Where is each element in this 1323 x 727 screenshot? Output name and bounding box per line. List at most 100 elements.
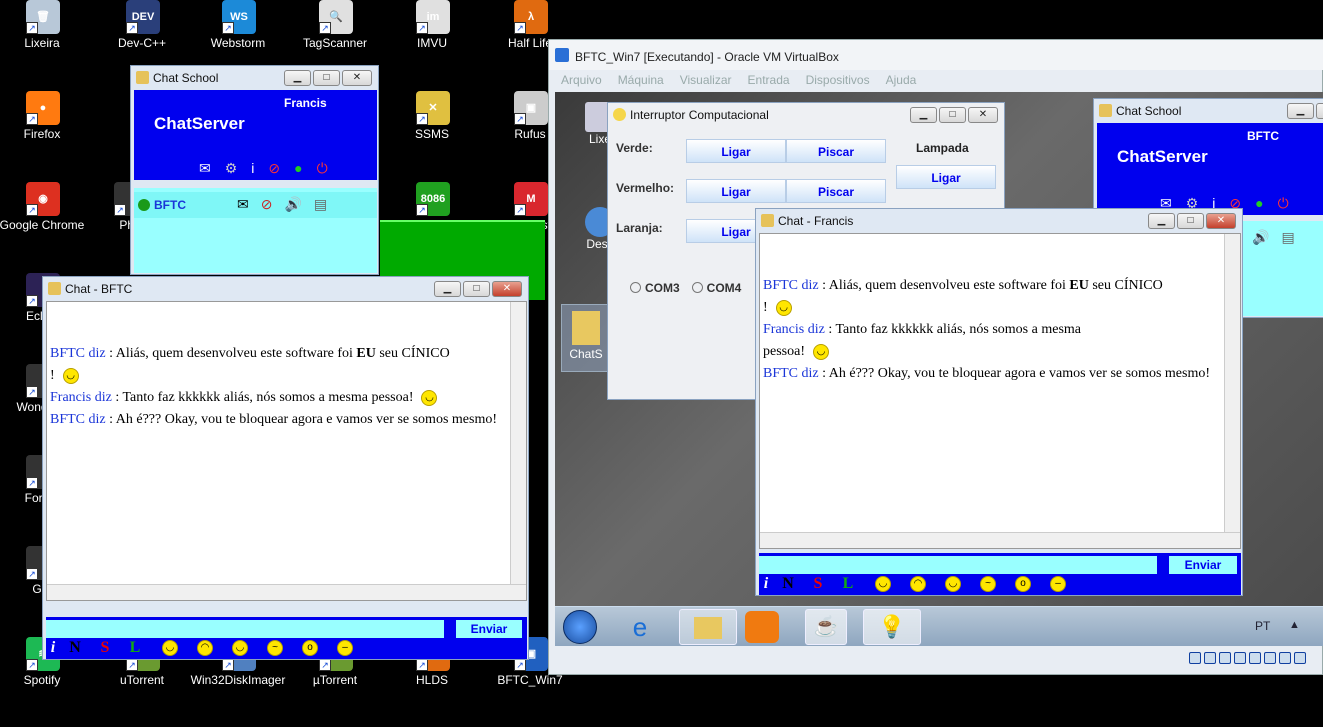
file-icon[interactable]: ▤ <box>314 196 327 213</box>
explorer-taskbar-button[interactable] <box>679 609 737 645</box>
minimize-button[interactable]: ▁ <box>284 70 311 86</box>
minimize-button[interactable]: ▁ <box>1287 103 1314 119</box>
maximize-button[interactable]: □ <box>1316 103 1323 119</box>
sound-icon[interactable]: 🔊 <box>284 196 301 213</box>
power-icon[interactable]: ⏻ <box>317 160 328 177</box>
menu-dispositivos[interactable]: Dispositivos <box>806 73 870 87</box>
neutral-emoji-icon[interactable]: ~ <box>267 640 283 656</box>
sound-icon[interactable]: 🔊 <box>1252 229 1269 246</box>
tongue-emoji-icon[interactable]: ◡ <box>945 576 961 592</box>
gear-icon[interactable]: ⚙ <box>225 160 238 177</box>
close-button[interactable]: ✕ <box>492 281 522 297</box>
recording-icon[interactable] <box>1279 652 1291 664</box>
power-icon[interactable]: ⏻ <box>1278 195 1289 212</box>
sad-emoji-icon[interactable]: ◠ <box>910 576 926 592</box>
italic-button[interactable]: i <box>46 639 60 657</box>
close-button[interactable]: ✕ <box>968 107 998 123</box>
mail-icon[interactable]: ✉ <box>199 160 211 177</box>
maximize-button[interactable]: □ <box>463 281 490 297</box>
sad-emoji-icon[interactable]: ◠ <box>197 640 213 656</box>
chat-francis-window[interactable]: Chat - Francis ▁ □ ✕ BFTC diz : Aliás, que… <box>755 208 1243 596</box>
maximize-button[interactable]: □ <box>939 107 966 123</box>
desktop-icon[interactable]: ✕ ↗ SSMS <box>390 91 474 181</box>
virtualbox-window[interactable]: BFTC_Win7 [Executando] - Oracle VM Virtu… <box>548 39 1323 675</box>
block-icon[interactable]: ⊘ <box>268 160 280 177</box>
underline-button[interactable]: L <box>833 575 863 593</box>
maximize-button[interactable]: □ <box>313 70 340 86</box>
display-icon[interactable] <box>1264 652 1276 664</box>
menu-ajuda[interactable]: Ajuda <box>886 73 917 87</box>
bold-button[interactable]: N <box>773 575 803 593</box>
file-icon[interactable]: ▤ <box>1281 229 1294 246</box>
meh-emoji-icon[interactable]: – <box>1050 576 1066 592</box>
vertical-scrollbar[interactable] <box>510 302 526 586</box>
vm-screen[interactable]: Lixe Desk ChatS Interruptor Computaciona… <box>555 92 1323 646</box>
minimize-button[interactable]: ▁ <box>910 107 937 123</box>
maximize-button[interactable]: □ <box>1177 213 1204 229</box>
bold-button[interactable]: N <box>60 639 90 657</box>
info-icon[interactable]: i <box>251 160 254 177</box>
italic-button[interactable]: i <box>759 575 773 593</box>
lightbulb-taskbar-button[interactable]: 💡 <box>863 609 921 645</box>
language-indicator[interactable]: PT <box>1255 619 1270 633</box>
message-area[interactable]: BFTC diz : Aliás, quem desenvolveu este … <box>759 233 1241 549</box>
com4-radio[interactable]: COM4 <box>691 281 741 295</box>
horizontal-scrollbar[interactable] <box>760 532 1240 548</box>
verde-ligar-button[interactable]: Ligar <box>686 139 786 163</box>
menu-arquivo[interactable]: Arquivo <box>561 73 602 87</box>
message-area[interactable]: BFTC diz : Aliás, quem desenvolveu este … <box>46 301 527 601</box>
message-input[interactable] <box>759 556 1157 574</box>
close-button[interactable]: ✕ <box>342 70 372 86</box>
send-button[interactable]: Enviar <box>456 620 522 638</box>
cd-icon[interactable] <box>1204 652 1216 664</box>
horizontal-scrollbar[interactable] <box>47 584 526 600</box>
strike-button[interactable]: S <box>803 575 833 593</box>
send-button[interactable]: Enviar <box>1169 556 1237 574</box>
cpu-icon[interactable] <box>1294 652 1306 664</box>
desktop-icon[interactable]: 🗑 ↗ Lixeira <box>0 0 84 90</box>
surprised-emoji-icon[interactable]: o <box>302 640 318 656</box>
strike-button[interactable]: S <box>90 639 120 657</box>
verde-piscar-button[interactable]: Piscar <box>786 139 886 163</box>
surprised-emoji-icon[interactable]: o <box>1015 576 1031 592</box>
message-input[interactable] <box>46 620 444 638</box>
menu-maquina[interactable]: Máquina <box>618 73 664 87</box>
start-button[interactable] <box>563 610 597 644</box>
vermelho-piscar-button[interactable]: Piscar <box>786 179 886 203</box>
menu-visualizar[interactable]: Visualizar <box>680 73 732 87</box>
java-taskbar-button[interactable]: ☕ <box>805 609 847 645</box>
com3-radio[interactable]: COM3 <box>630 281 680 295</box>
minimize-button[interactable]: ▁ <box>434 281 461 297</box>
block-icon[interactable]: ⊘ <box>261 196 273 213</box>
close-button[interactable]: ✕ <box>1206 213 1236 229</box>
tongue-emoji-icon[interactable]: ◡ <box>232 640 248 656</box>
contact-row[interactable]: BFTC ✉ ⊘ 🔊 ▤ <box>134 192 377 218</box>
chat-bftc-window[interactable]: Chat - BFTC ▁ □ ✕ BFTC diz : Aliás, quem d… <box>42 276 529 660</box>
ie-taskbar-button[interactable]: e <box>623 612 657 642</box>
underline-button[interactable]: L <box>120 639 150 657</box>
status-online-icon[interactable]: ● <box>1255 195 1263 212</box>
network-icon[interactable] <box>1234 652 1246 664</box>
minimize-button[interactable]: ▁ <box>1148 213 1175 229</box>
mail-icon[interactable]: ✉ <box>237 196 249 213</box>
vermelho-ligar-button[interactable]: Ligar <box>686 179 786 203</box>
desktop-icon[interactable]: im ↗ IMVU <box>390 0 474 90</box>
desktop-icon[interactable]: ● ↗ Firefox <box>0 91 84 181</box>
vertical-scrollbar[interactable] <box>1224 234 1240 534</box>
chat-school-window[interactable]: Chat School ▁ □ ✕ Francis ChatServer ✉ ⚙ i ⊘ ●… <box>130 65 379 275</box>
desktop-icon[interactable]: ◉ ↗ Google Chrome <box>0 182 84 272</box>
usb-icon[interactable] <box>1219 652 1231 664</box>
tray-expand-icon[interactable]: ▲ <box>1289 619 1300 631</box>
hdd-icon[interactable] <box>1189 652 1201 664</box>
neutral-emoji-icon[interactable]: ~ <box>980 576 996 592</box>
lampada-ligar-button[interactable]: Ligar <box>896 165 996 189</box>
shared-folders-icon[interactable] <box>1249 652 1261 664</box>
vm-desktop-icon-chats[interactable]: ChatS <box>561 304 611 372</box>
menu-entrada[interactable]: Entrada <box>748 73 790 87</box>
smile-emoji-icon[interactable]: ◡ <box>875 576 891 592</box>
media-taskbar-button[interactable] <box>745 611 779 643</box>
smile-emoji-icon[interactable]: ◡ <box>162 640 178 656</box>
virtualbox-title-bar[interactable]: BFTC_Win7 [Executando] - Oracle VM Virtu… <box>549 40 1323 70</box>
status-online-icon[interactable]: ● <box>294 160 302 177</box>
meh-emoji-icon[interactable]: – <box>337 640 353 656</box>
